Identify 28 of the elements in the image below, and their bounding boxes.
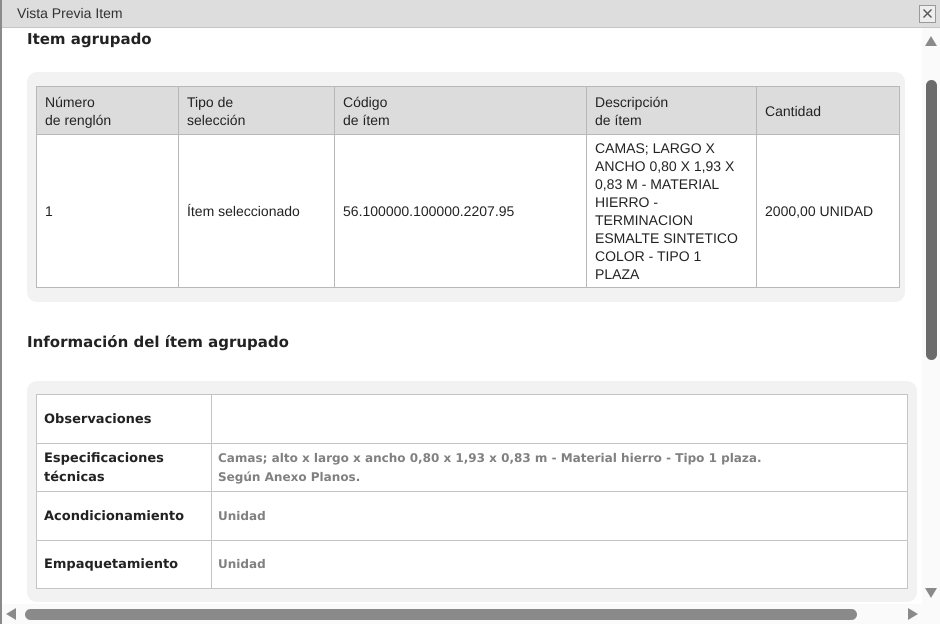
field-label: Observaciones [36,394,212,444]
table-cell: CAMAS; LARGO X ANCHO 0,80 X 1,93 X 0,83 M - MATERIAL HIERRO - TERMINACION ESMALTE SINTETICO COLOR - TIPO 1 PLAZA [586,134,756,288]
scroll-left-icon[interactable] [6,608,16,620]
column-header: Número de renglón [36,86,178,134]
window-title: Vista Previa Item [17,4,123,23]
scrollbar-thumb[interactable] [25,608,857,620]
field-value: Unidad [212,540,908,588]
scrollbar-thumb[interactable] [926,80,936,360]
field-label: Especificaciones técnicas [36,444,212,492]
column-header: Tipo de selección [178,86,334,134]
field-label: Empaquetamiento [36,540,212,588]
scroll-up-icon[interactable] [925,36,937,46]
field-label: Acondicionamiento [36,492,212,540]
close-icon [923,9,932,18]
field-value: Camas; alto x largo x ancho 0,80 x 1,93 x 0,83 m - Material hierro - Tipo 1 plaza. Según Anexo Planos. [212,444,908,492]
scroll-down-icon[interactable] [925,588,937,598]
table-cell: Ítem seleccionado [178,134,334,288]
section-heading: Información del ítem agrupado [27,333,289,351]
section-heading: Item agrupado [27,30,152,48]
field-value: Unidad [212,492,908,540]
table-cell: 1 [36,134,178,288]
scroll-right-icon[interactable] [908,608,918,620]
column-header: Descripción de ítem [586,86,756,134]
table-cell: 2000,00 UNIDAD [756,134,900,288]
table-cell: 56.100000.100000.2207.95 [334,134,586,288]
close-button[interactable] [919,4,936,22]
column-header: Cantidad [756,86,900,134]
column-header: Código de ítem [334,86,586,134]
